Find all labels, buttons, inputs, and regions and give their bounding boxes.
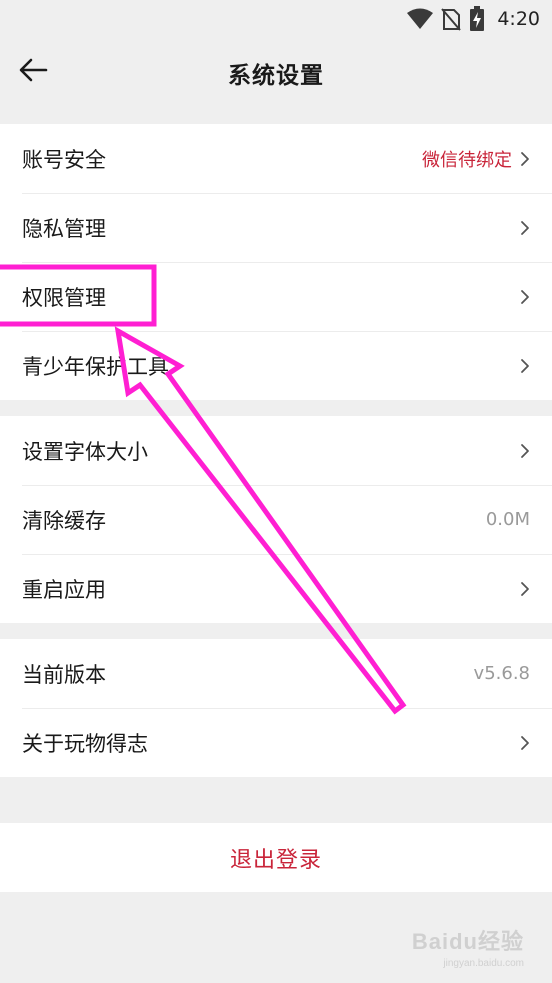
chevron-right-icon [521, 581, 529, 596]
chevron-right-icon [521, 735, 529, 750]
row-label: 设置字体大小 [22, 439, 148, 464]
row-label: 账号安全 [22, 147, 106, 172]
battery-charging-icon [470, 6, 485, 31]
status-bar: 4:20 [0, 0, 552, 38]
row-label: 清除缓存 [22, 508, 106, 533]
row-clear-cache[interactable]: 清除缓存 0.0M [0, 485, 552, 554]
watermark-url: jingyan.baidu.com [443, 958, 524, 969]
row-right [520, 581, 530, 597]
settings-group-app: 设置字体大小 清除缓存 0.0M 重启应用 [0, 416, 552, 623]
row-about-app[interactable]: 关于玩物得志 [0, 708, 552, 777]
page-title: 系统设置 [228, 63, 324, 89]
row-youth-protection[interactable]: 青少年保护工具 [0, 331, 552, 400]
row-current-version[interactable]: 当前版本 v5.6.8 [0, 639, 552, 708]
chevron-right-icon [521, 443, 529, 458]
row-permission-management[interactable]: 权限管理 [0, 262, 552, 331]
chevron-right-icon [521, 151, 529, 166]
row-label: 青少年保护工具 [22, 354, 169, 379]
row-right [520, 220, 530, 236]
row-right [520, 289, 530, 305]
row-right: 微信待绑定 [422, 146, 530, 172]
settings-group-about: 当前版本 v5.6.8 关于玩物得志 [0, 639, 552, 777]
settings-group-account: 账号安全 微信待绑定 隐私管理 权限管理 青少年保护工具 [0, 124, 552, 400]
status-icons: 4:20 [407, 6, 540, 32]
logout-label: 退出登录 [229, 847, 322, 873]
header: 系统设置 [0, 38, 552, 110]
logout-button[interactable]: 退出登录 [0, 823, 552, 892]
row-account-security[interactable]: 账号安全 微信待绑定 [0, 124, 552, 193]
cache-size-value: 0.0M [485, 509, 530, 530]
status-time: 4:20 [497, 8, 540, 30]
no-sim-icon [441, 8, 462, 31]
row-right [520, 358, 530, 374]
row-right [520, 443, 530, 459]
row-privacy-management[interactable]: 隐私管理 [0, 193, 552, 262]
watermark: Baidu经验 jingyan.baidu.com [412, 924, 524, 969]
row-right: v5.6.8 [474, 663, 530, 684]
version-value: v5.6.8 [473, 663, 530, 684]
chevron-right-icon [521, 220, 529, 235]
row-restart-app[interactable]: 重启应用 [0, 554, 552, 623]
chevron-right-icon [521, 289, 529, 304]
wifi-icon [407, 8, 434, 29]
wechat-binding-status: 微信待绑定 [422, 149, 512, 171]
row-label: 权限管理 [22, 285, 106, 310]
row-right: 0.0M [486, 509, 530, 530]
row-label: 重启应用 [22, 577, 106, 602]
row-font-size[interactable]: 设置字体大小 [0, 416, 552, 485]
chevron-right-icon [521, 358, 529, 373]
row-label: 当前版本 [22, 662, 106, 687]
row-label: 关于玩物得志 [22, 731, 148, 756]
row-label: 隐私管理 [22, 216, 106, 241]
row-right [520, 735, 530, 751]
watermark-logo: Baidu经验 [411, 929, 524, 954]
